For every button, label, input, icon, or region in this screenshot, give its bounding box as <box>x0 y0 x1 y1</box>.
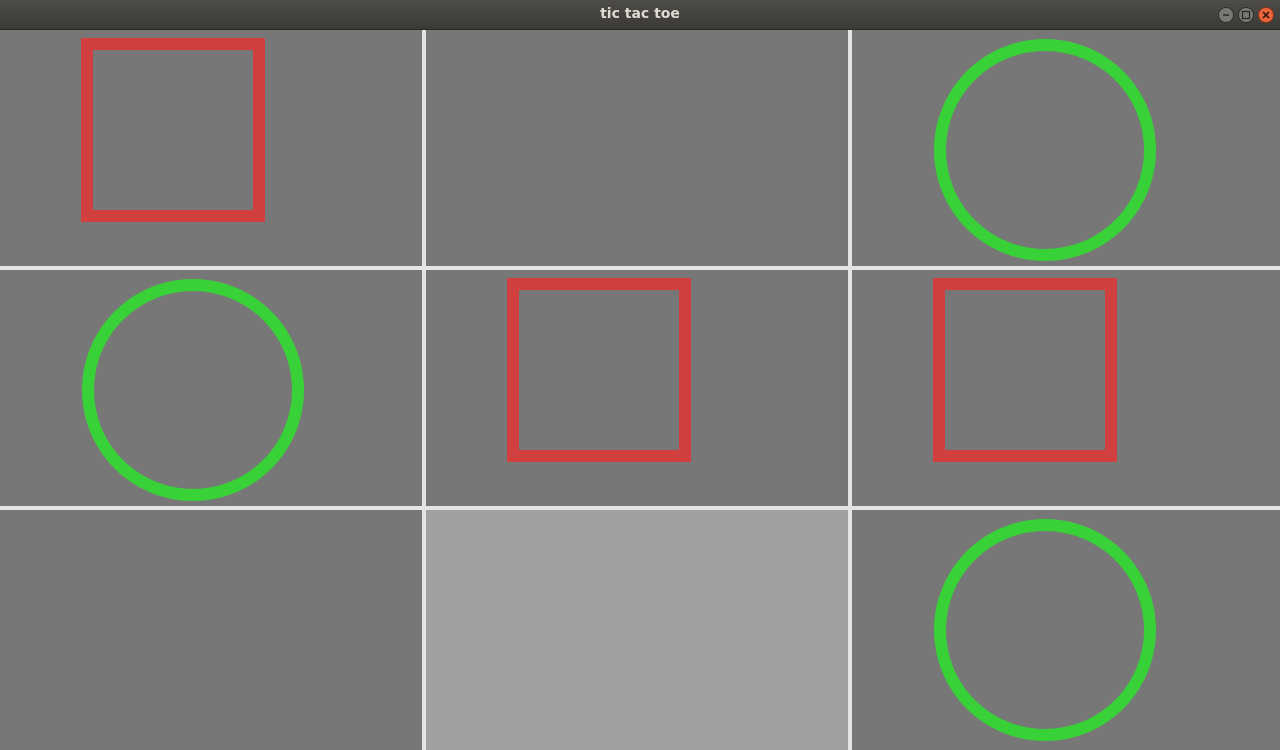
app-window: tic tac toe <box>0 0 1280 750</box>
title-bar[interactable]: tic tac toe <box>0 0 1280 30</box>
square-mark <box>507 278 691 462</box>
cell-top-left[interactable] <box>0 30 422 266</box>
close-button[interactable] <box>1258 7 1274 23</box>
maximize-icon <box>1241 10 1251 20</box>
circle-mark <box>934 39 1156 261</box>
window-title: tic tac toe <box>600 6 680 22</box>
cell-bottom-center[interactable] <box>426 510 848 750</box>
minimize-icon <box>1223 14 1229 16</box>
cell-bottom-left[interactable] <box>0 510 422 750</box>
cell-middle-right[interactable] <box>852 270 1280 506</box>
circle-mark <box>934 519 1156 741</box>
cell-middle-left[interactable] <box>0 270 422 506</box>
square-mark <box>933 278 1117 462</box>
cell-middle-center[interactable] <box>426 270 848 506</box>
maximize-button[interactable] <box>1238 7 1254 23</box>
close-icon <box>1262 11 1270 19</box>
cell-top-center[interactable] <box>426 30 848 266</box>
cell-bottom-right[interactable] <box>852 510 1280 750</box>
square-mark <box>81 38 265 222</box>
cell-top-right[interactable] <box>852 30 1280 266</box>
game-board <box>0 30 1280 750</box>
minimize-button[interactable] <box>1218 7 1234 23</box>
circle-mark <box>82 279 304 501</box>
